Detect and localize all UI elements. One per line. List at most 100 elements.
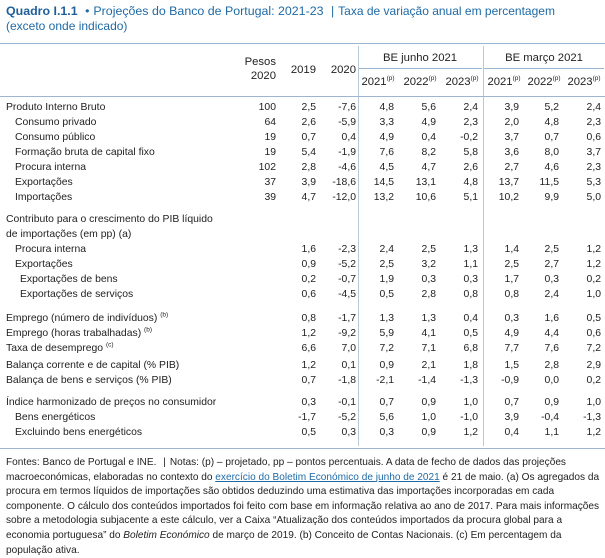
cell-y19: 0,5 — [301, 427, 316, 438]
row-label: Consumo público — [15, 132, 96, 143]
cell-m21: 0,8 — [504, 289, 519, 300]
cell-m22: -0,4 — [541, 412, 559, 423]
cell-m21: 1,5 — [504, 360, 519, 371]
group-june: BE junho 2021 — [382, 52, 458, 64]
row-label: Excluindo bens energéticos — [15, 427, 143, 438]
cell-m23: 0,6 — [586, 132, 601, 143]
cell-j22: 1,0 — [421, 412, 436, 423]
cell-m22: 2,5 — [544, 244, 559, 255]
cell-j22: 7,1 — [421, 343, 436, 354]
cell-j22: 0,3 — [421, 274, 436, 285]
cell-m22: 11,5 — [539, 177, 559, 188]
row-footnote-marker: (b) — [144, 326, 152, 334]
table-row: Índice harmonizado de preços no consumid… — [0, 395, 605, 410]
cell-w: 19 — [264, 132, 276, 143]
title-unit: Taxa de variação anual em percentagem — [338, 4, 555, 18]
cell-y19: 0,7 — [301, 132, 316, 143]
cell-y20: -2,3 — [338, 244, 356, 255]
cell-j23: -1,0 — [460, 412, 478, 423]
cell-m23: 1,0 — [586, 397, 601, 408]
table-row: Balança de bens e serviços (% PIB) 0,7 -1,… — [0, 373, 605, 388]
cell-j22: -1,4 — [418, 375, 436, 386]
table-row: Procura interna 102 2,8 -4,6 4,5 4,7 2,6 2,7 4,6… — [0, 160, 605, 175]
cell-m22: 1,1 — [544, 427, 559, 438]
group-june-rule — [358, 68, 482, 69]
cell-j22: 0,4 — [421, 132, 436, 143]
box-label: Quadro I.1.1 — [6, 4, 78, 18]
cell-j21: 0,5 — [379, 289, 394, 300]
cell-m22: 4,4 — [544, 328, 559, 339]
cell-j21: 0,9 — [379, 360, 394, 371]
row-footnote-marker: (c) — [105, 341, 114, 349]
cell-m22: 4,8 — [544, 117, 559, 128]
cell-m22: 8,0 — [544, 147, 559, 158]
cell-j21: 2,5 — [379, 259, 394, 270]
cell-y19: 1,2 — [301, 360, 316, 371]
cell-j21: 4,8 — [379, 102, 394, 113]
cell-j21: 5,6 — [379, 412, 394, 423]
cell-y19: 1,6 — [301, 244, 316, 255]
cell-j23: 0,4 — [463, 313, 478, 324]
row-footnote-marker: (b) — [160, 311, 169, 319]
table-row: Emprego (número de indivíduos) (b) 0,8 -1,… — [0, 311, 605, 326]
table-row: Bens energéticos -1,7 -5,2 5,6 1,0 -1,0 3,9 -0,… — [0, 410, 605, 425]
cell-m22: 0,7 — [544, 132, 559, 143]
cell-y19: -1,7 — [298, 412, 316, 423]
cell-j23: 2,3 — [463, 117, 478, 128]
table-row: Exportações 0,9 -5,2 2,5 3,2 1,1 2,5 2,7 1,2 — [0, 257, 605, 272]
cell-y20: 0,3 — [341, 427, 356, 438]
cell-m21: 3,9 — [504, 412, 519, 423]
cell-m21: 1,4 — [504, 244, 519, 255]
cell-j21: 0,3 — [379, 427, 394, 438]
cell-j23: 1,2 — [463, 427, 478, 438]
cell-y19: 2,5 — [301, 102, 316, 113]
cell-j23: 6,8 — [463, 343, 478, 354]
cell-j23: 0,5 — [463, 328, 478, 339]
cell-j21: 1,9 — [379, 274, 394, 285]
cell-j21: 7,6 — [379, 147, 394, 158]
cell-y19: 0,7 — [301, 375, 316, 386]
cell-m22: 2,4 — [544, 289, 559, 300]
cell-m23: 1,2 — [586, 259, 601, 270]
cell-y20: -5,2 — [338, 412, 356, 423]
cell-j22: 3,2 — [421, 259, 436, 270]
footnote-boletim: Boletim Económico — [123, 529, 210, 541]
header-proj-march-2022: 2022(p) — [527, 75, 561, 88]
cell-j21: 1,3 — [379, 313, 394, 324]
cell-y20: -1,8 — [338, 375, 356, 386]
cell-j22: 8,2 — [421, 147, 436, 158]
cell-y19: 0,2 — [301, 274, 316, 285]
cell-j23: 2,6 — [463, 162, 478, 173]
cell-y19: 2,8 — [301, 162, 316, 173]
bottom-rule — [0, 448, 605, 449]
title-main: Projeções do Banco de Portugal: 2021-23 — [93, 4, 324, 18]
row-label: Produto Interno Bruto — [6, 102, 106, 113]
header-proj-june-2023: 2023(p) — [445, 75, 479, 88]
table-row: Contributo para o crescimento do PIB líq… — [0, 212, 605, 227]
cell-m23: 5,0 — [586, 192, 601, 203]
row-label: Contributo para o crescimento do PIB líq… — [6, 214, 213, 225]
cell-m22: 5,2 — [544, 102, 559, 113]
cell-m21: 4,9 — [504, 328, 519, 339]
cell-j23: 2,4 — [463, 102, 478, 113]
cell-m23: 1,0 — [586, 289, 601, 300]
cell-y20: -0,7 — [338, 274, 356, 285]
row-label: de importações (em pp) (a) — [6, 229, 132, 240]
cell-j21: 4,5 — [379, 162, 394, 173]
cell-m21: 0,3 — [504, 313, 519, 324]
cell-j21: 5,9 — [379, 328, 394, 339]
cell-j21: 13,2 — [373, 192, 394, 203]
cell-m22: 0,3 — [544, 274, 559, 285]
cell-y20: -5,2 — [338, 259, 356, 270]
table-row: Importações 39 4,7 -12,0 13,2 10,6 5,1 10,2 9,9 5… — [0, 190, 605, 205]
footnote-link[interactable]: exercício do Boletim Económico de junho … — [215, 472, 439, 483]
table-row: Taxa de desemprego (c) 6,6 7,0 7,2 7,1 6,8 7,7… — [0, 341, 605, 356]
cell-y19: 0,9 — [301, 259, 316, 270]
cell-y20: -4,6 — [338, 162, 356, 173]
row-label: Procura interna — [15, 162, 87, 173]
cell-j21: 3,3 — [379, 117, 394, 128]
title-unit-note: (exceto onde indicado) — [6, 19, 128, 33]
cell-j22: 10,6 — [415, 192, 436, 203]
table-row: Procura interna 1,6 -2,3 2,4 2,5 1,3 1,4 2,5 1,2 — [0, 242, 605, 257]
cell-j22: 5,6 — [421, 102, 436, 113]
